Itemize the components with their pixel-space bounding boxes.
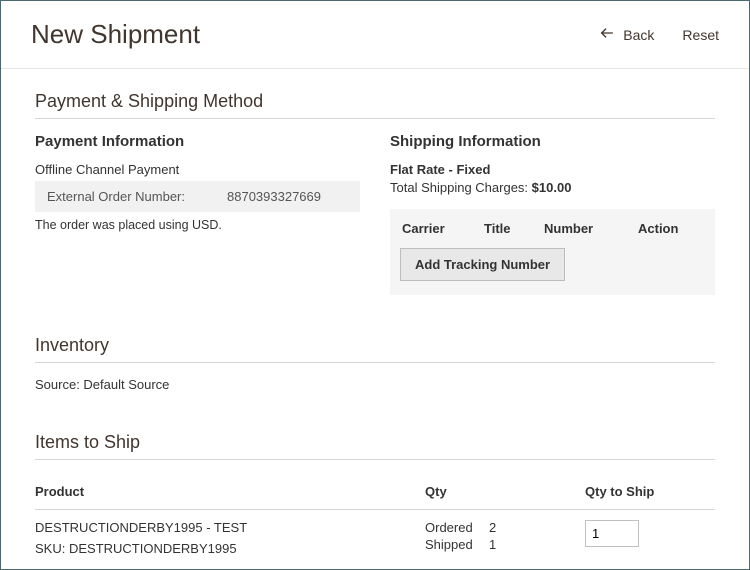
th-title: Title [484,221,544,236]
shipping-method: Flat Rate - Fixed [390,162,715,177]
inventory-source: Source: Default Source [35,377,715,392]
sku-label: SKU: [35,541,69,556]
items-table: Product Qty Qty to Ship DESTRUCTIONDERBY… [35,474,715,556]
external-order-row: External Order Number: 8870393327669 [35,181,360,212]
payment-info-title: Payment Information [35,133,360,150]
header-actions: Back Reset [599,25,719,44]
add-tracking-button[interactable]: Add Tracking Number [400,248,565,281]
shipping-charges-label: Total Shipping Charges: [390,180,532,195]
currency-note: The order was placed using USD. [35,218,360,232]
page-header: New Shipment Back Reset [1,1,749,69]
qty-to-ship-input[interactable] [585,520,639,547]
shipping-charges-value: $10.00 [532,180,572,195]
qty-ordered-value: 2 [489,520,496,535]
th-number: Number [544,221,638,236]
qty-shipped-line: Shipped 1 [425,537,585,552]
section-title-inventory: Inventory [35,335,715,363]
th-action: Action [638,221,703,236]
inventory-source-value: Default Source [83,377,169,392]
tracking-header-row: Carrier Title Number Action [400,209,705,248]
back-button[interactable]: Back [599,25,654,44]
qty-shipped-label: Shipped [425,537,485,552]
back-arrow-icon [599,25,615,44]
th-qty-to-ship: Qty to Ship [585,474,715,510]
table-row: DESTRUCTIONDERBY1995 - TEST SKU: DESTRUC… [35,510,715,557]
product-name: DESTRUCTIONDERBY1995 - TEST [35,520,425,535]
qty-ordered-label: Ordered [425,520,485,535]
payment-info-block: Payment Information Offline Channel Paym… [35,133,360,295]
shipping-charges: Total Shipping Charges: $10.00 [390,180,715,195]
th-carrier: Carrier [402,221,484,236]
qty-ordered-line: Ordered 2 [425,520,585,535]
external-order-label: External Order Number: [47,189,227,204]
inventory-source-label: Source: [35,377,83,392]
shipping-info-title: Shipping Information [390,133,715,150]
page-title: New Shipment [31,19,200,50]
payment-method: Offline Channel Payment [35,162,360,177]
section-title-items: Items to Ship [35,432,715,460]
section-title-payment-shipping: Payment & Shipping Method [35,91,715,119]
product-sku-line: SKU: DESTRUCTIONDERBY1995 [35,541,425,556]
shipping-info-block: Shipping Information Flat Rate - Fixed T… [390,133,715,295]
th-qty: Qty [425,474,585,510]
external-order-value: 8870393327669 [227,189,348,204]
tracking-panel: Carrier Title Number Action Add Tracking… [390,209,715,295]
qty-shipped-value: 1 [489,537,496,552]
back-label: Back [623,27,654,43]
sku-value: DESTRUCTIONDERBY1995 [69,541,237,556]
th-product: Product [35,474,425,510]
reset-button[interactable]: Reset [682,27,719,43]
